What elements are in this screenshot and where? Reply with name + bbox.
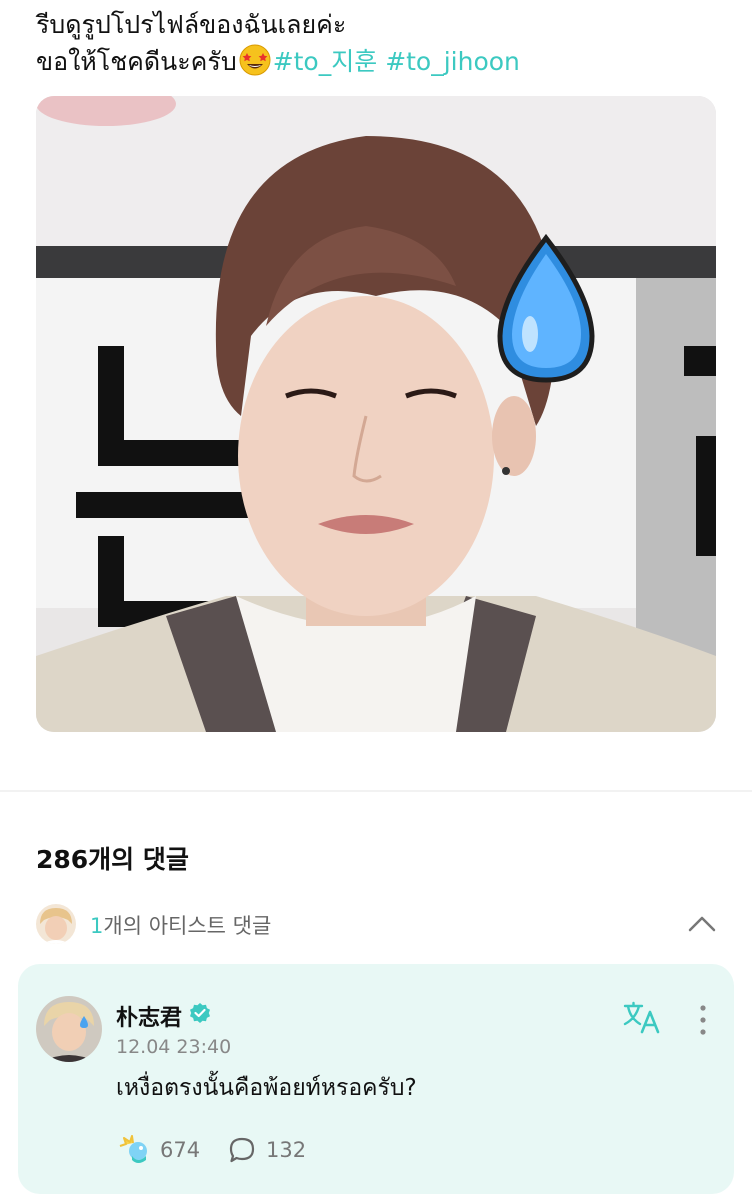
like-icon[interactable] — [118, 1134, 150, 1164]
hashtag-jihoon-korean[interactable]: #to_지훈 — [273, 47, 378, 76]
post-caption: รีบดูรูปโปรไฟล์ของฉันเลยค่ะ ขอให้โชคดีนะ… — [36, 6, 726, 80]
chevron-up-icon[interactable] — [686, 908, 718, 940]
star-struck-emoji-icon — [239, 44, 271, 76]
artist-comment-text: 개의 아티스트 댓글 — [103, 914, 272, 938]
comment-body: เหงื่อตรงนั้นคือพ้อยท์หรอครับ? — [116, 1075, 417, 1101]
artist-comments-label: 1개의 아티스트 댓글 — [90, 910, 271, 940]
artist-comments-toggle[interactable]: 1개의 아티스트 댓글 — [36, 902, 726, 946]
artist-mini-avatar — [36, 904, 76, 944]
comment-count-heading: 286개의 댓글 — [36, 845, 189, 874]
like-count: 674 — [160, 1138, 201, 1162]
translate-icon[interactable] — [622, 1000, 662, 1036]
post-caption-line-2: ขอให้โชคดีนะครับ #to_지훈 #to_jihoon — [36, 43, 726, 80]
hashtag-jihoon[interactable]: #to_jihoon — [385, 47, 520, 76]
comment-author-avatar[interactable] — [36, 996, 102, 1062]
verified-badge-icon — [190, 1003, 210, 1023]
post-image[interactable] — [36, 96, 716, 732]
artist-comment-card: 朴志君 12.04 23:40 เหงื่อตรงนั้นคือพ้อยท์หร… — [18, 964, 734, 1194]
section-divider — [0, 790, 752, 792]
post-caption-text: ขอให้โชคดีนะครับ — [36, 47, 237, 76]
post-caption-line-1: รีบดูรูปโปรไฟล์ของฉันเลยค่ะ — [36, 10, 347, 39]
comment-timestamp: 12.04 23:40 — [116, 1036, 232, 1058]
artist-comment-count: 1 — [90, 914, 104, 938]
reply-bubble-icon[interactable] — [228, 1136, 256, 1164]
comment-author-name[interactable]: 朴志君 — [116, 1000, 182, 1032]
more-vertical-icon[interactable] — [692, 1002, 714, 1038]
reply-count: 132 — [266, 1138, 307, 1162]
